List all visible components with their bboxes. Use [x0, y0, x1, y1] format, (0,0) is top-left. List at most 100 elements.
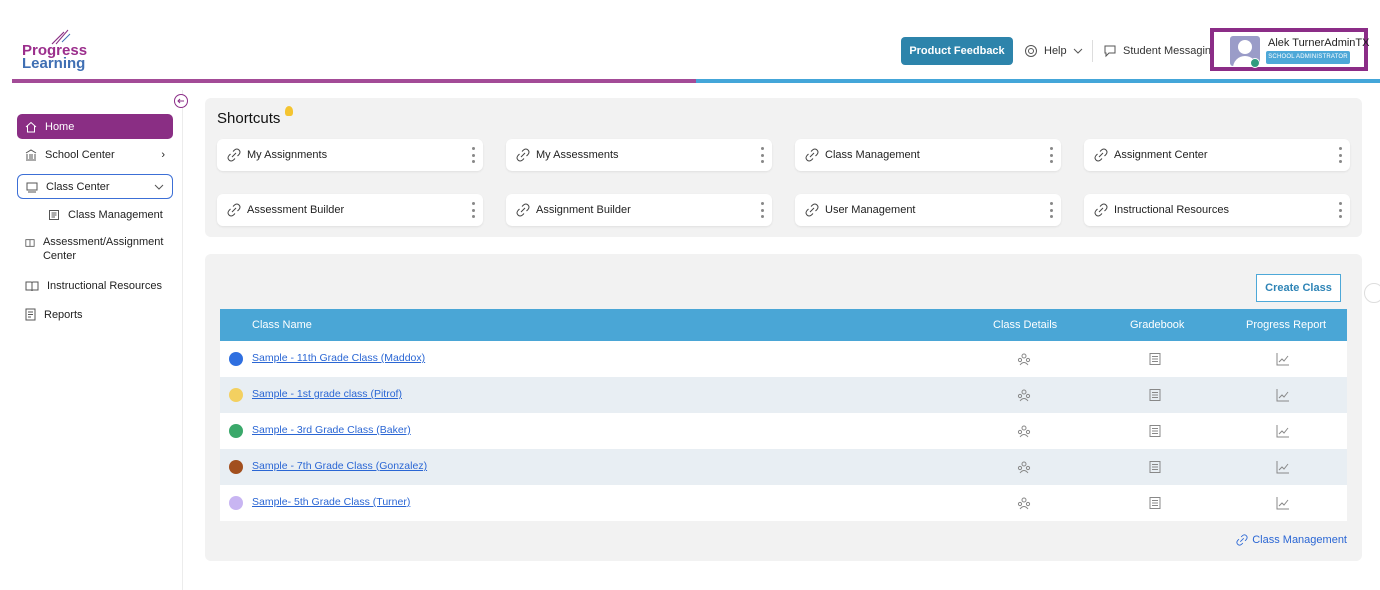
class-details-icon[interactable] — [1017, 496, 1031, 510]
role-badge: SCHOOL ADMINISTRATOR — [1266, 51, 1350, 64]
progress-report-icon[interactable] — [1276, 388, 1290, 402]
clipboard-icon — [49, 209, 59, 220]
more-options-icon[interactable] — [760, 147, 764, 163]
shortcut-label: Instructional Resources — [1114, 204, 1229, 216]
sidebar-item-instructional-resources[interactable]: Instructional Resources — [17, 273, 173, 298]
class-color-dot — [229, 352, 243, 366]
header-accent-bar — [12, 79, 1380, 83]
column-header-gradebook: Gradebook — [1130, 319, 1185, 331]
sidebar-item-class-center[interactable]: Class Center — [17, 174, 173, 199]
top-header: Progress Learning Product Feedback Help … — [0, 0, 1380, 84]
shortcut-card[interactable]: Instructional Resources — [1084, 194, 1350, 226]
more-options-icon[interactable] — [1049, 147, 1053, 163]
logo-word-2: Learning — [22, 55, 86, 72]
class-name-link[interactable]: Sample - 7th Grade Class (Gonzalez) — [252, 460, 427, 472]
more-options-icon[interactable] — [760, 202, 764, 218]
side-panel-toggle[interactable] — [1364, 283, 1380, 303]
sidebar: Home School Center › Class Center Class … — [0, 90, 188, 590]
more-options-icon[interactable] — [1338, 147, 1342, 163]
column-header-class-details: Class Details — [993, 319, 1058, 331]
gradebook-icon[interactable] — [1148, 424, 1162, 438]
gradebook-icon[interactable] — [1148, 496, 1162, 510]
more-options-icon[interactable] — [1049, 202, 1053, 218]
shortcut-card[interactable]: Assignment Builder — [506, 194, 772, 226]
class-details-icon[interactable] — [1017, 388, 1031, 402]
class-details-icon[interactable] — [1017, 424, 1031, 438]
book-open-icon — [25, 281, 39, 291]
shortcut-card[interactable]: My Assessments — [506, 139, 772, 171]
gradebook-icon[interactable] — [1148, 460, 1162, 474]
class-list-panel: Create Class Class Name Class Details Gr… — [205, 254, 1362, 561]
table-row: Sample - 7th Grade Class (Gonzalez) — [220, 449, 1347, 485]
chevron-down-icon — [154, 184, 164, 190]
link-icon — [227, 203, 241, 217]
shortcut-card[interactable]: Assignment Center — [1084, 139, 1350, 171]
more-options-icon[interactable] — [1338, 202, 1342, 218]
shortcut-label: My Assignments — [247, 149, 328, 161]
shortcut-label: Class Management — [825, 149, 920, 161]
shortcuts-title: Shortcuts — [217, 110, 281, 127]
class-management-link-label: Class Management — [1252, 534, 1347, 546]
table-row: Sample - 11th Grade Class (Maddox) — [220, 341, 1347, 377]
class-color-dot — [229, 424, 243, 438]
gradebook-icon[interactable] — [1148, 388, 1162, 402]
create-class-button[interactable]: Create Class — [1256, 274, 1341, 302]
link-icon — [516, 148, 530, 162]
class-name-link[interactable]: Sample - 11th Grade Class (Maddox) — [252, 352, 425, 364]
header-divider — [1092, 40, 1093, 62]
app-root: Progress Learning Product Feedback Help … — [0, 0, 1380, 590]
sidebar-item-label: Reports — [44, 308, 83, 321]
shortcut-card[interactable]: My Assignments — [217, 139, 483, 171]
progress-report-icon[interactable] — [1276, 424, 1290, 438]
lifebuoy-icon — [1025, 45, 1037, 57]
shortcut-card[interactable]: Class Management — [795, 139, 1061, 171]
class-details-icon[interactable] — [1017, 460, 1031, 474]
sidebar-item-label: Class Center — [46, 180, 110, 193]
progress-report-icon[interactable] — [1276, 460, 1290, 474]
more-options-icon[interactable] — [471, 147, 475, 163]
chevron-right-icon: › — [161, 148, 165, 161]
messaging-label: Student Messaging — [1123, 45, 1218, 57]
class-management-link[interactable]: Class Management — [1236, 534, 1347, 546]
home-icon — [25, 121, 37, 132]
report-icon — [25, 308, 36, 321]
class-details-icon[interactable] — [1017, 352, 1031, 366]
more-options-icon[interactable] — [471, 202, 475, 218]
user-profile-menu[interactable]: Alek TurnerAdminTX SCHOOL ADMINISTRATOR — [1210, 28, 1369, 71]
product-feedback-button[interactable]: Product Feedback — [901, 37, 1013, 65]
help-label: Help — [1044, 45, 1067, 57]
sidebar-item-assessment-assignment-center[interactable]: Assessment/Assignment Center — [17, 235, 173, 265]
sidebar-item-home[interactable]: Home — [17, 114, 173, 139]
class-name-link[interactable]: Sample- 5th Grade Class (Turner) — [252, 496, 410, 508]
shortcut-label: My Assessments — [536, 149, 619, 161]
shortcut-card[interactable]: Assessment Builder — [217, 194, 483, 226]
progress-report-icon[interactable] — [1276, 352, 1290, 366]
class-name-link[interactable]: Sample - 1st grade class (Pitrof) — [252, 388, 402, 400]
link-icon — [227, 148, 241, 162]
gradebook-icon[interactable] — [1148, 352, 1162, 366]
school-icon — [25, 148, 37, 160]
link-icon — [1236, 534, 1248, 546]
link-icon — [805, 203, 819, 217]
link-icon — [805, 148, 819, 162]
class-table-header: Class Name Class Details Gradebook Progr… — [220, 309, 1347, 341]
sidebar-item-class-management[interactable]: Class Management — [40, 202, 170, 227]
column-header-class-name: Class Name — [252, 319, 312, 331]
shortcuts-panel: Shortcuts My Assignments My Assessments … — [205, 98, 1362, 237]
student-messaging-link[interactable]: Student Messaging — [1103, 44, 1217, 58]
sidebar-item-reports[interactable]: Reports — [17, 302, 173, 327]
chat-icon — [1104, 45, 1116, 58]
collapse-sidebar-button[interactable] — [174, 94, 188, 108]
sidebar-item-label: Class Management — [68, 208, 163, 221]
shortcut-card[interactable]: User Management — [795, 194, 1061, 226]
shortcut-label: Assessment Builder — [247, 204, 345, 216]
class-name-link[interactable]: Sample - 3rd Grade Class (Baker) — [252, 424, 411, 436]
help-menu[interactable]: Help — [1024, 44, 1083, 58]
progress-report-icon[interactable] — [1276, 496, 1290, 510]
progress-learning-logo[interactable]: Progress Learning — [22, 28, 112, 76]
table-row: Sample - 1st grade class (Pitrof) — [220, 377, 1347, 413]
class-icon — [26, 182, 38, 192]
sidebar-item-label: School Center — [45, 148, 115, 161]
sidebar-item-school-center[interactable]: School Center › — [17, 142, 173, 167]
online-status-dot — [1250, 58, 1260, 68]
